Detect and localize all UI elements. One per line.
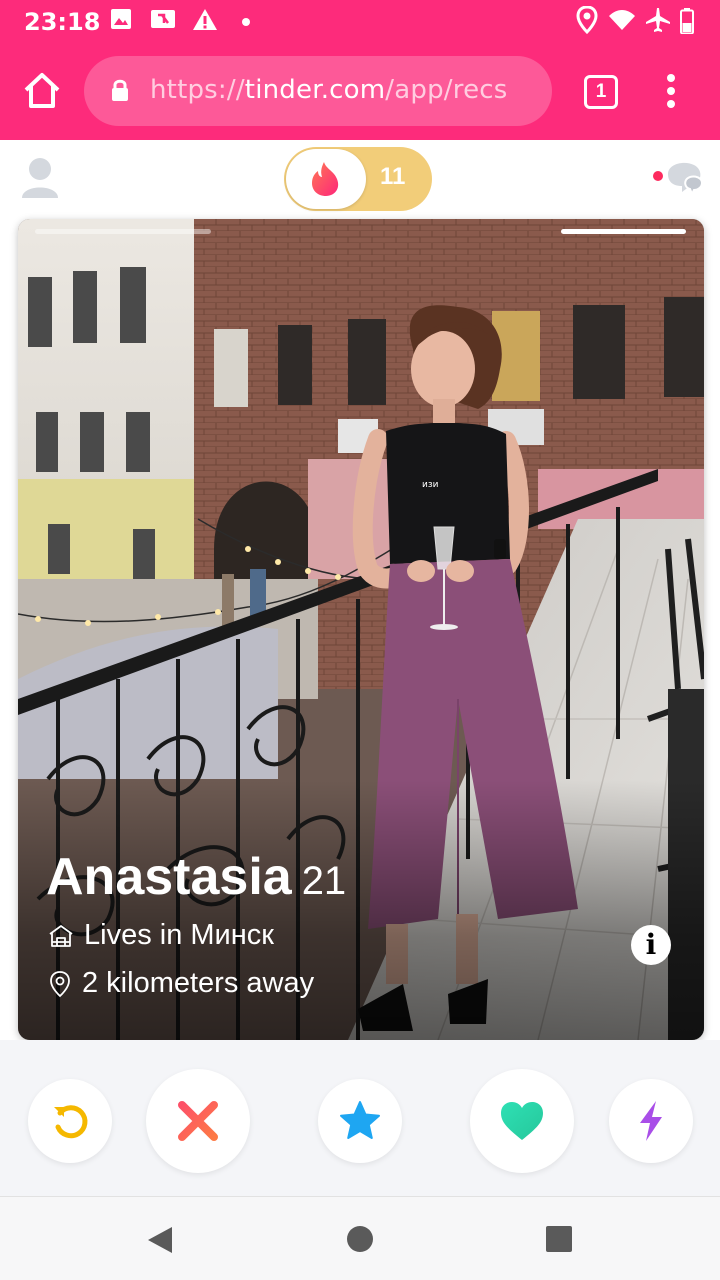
heart-icon (501, 1102, 543, 1140)
warning-icon (192, 8, 218, 37)
overflow-menu-button[interactable] (664, 74, 678, 108)
info-button[interactable]: i (631, 925, 671, 965)
menu-dot-icon (667, 100, 675, 108)
recents-button[interactable] (545, 1225, 573, 1258)
lightning-icon (640, 1101, 662, 1141)
rewind-button[interactable] (28, 1079, 112, 1163)
nope-button[interactable] (146, 1069, 250, 1173)
boost-toggle[interactable]: 11 (284, 147, 432, 211)
super-like-button[interactable] (318, 1079, 402, 1163)
location-pin-icon (50, 970, 70, 997)
url-scheme: https:// (150, 75, 245, 105)
info-gradient (18, 780, 704, 1040)
photo-progress-bar-active (561, 229, 686, 234)
svg-text:изи: изи (422, 480, 439, 490)
recents-square-icon (546, 1226, 572, 1252)
battery-icon (680, 8, 694, 39)
lock-icon (110, 78, 130, 107)
tab-switcher-button[interactable]: 1 (584, 75, 618, 109)
rewind-icon (54, 1105, 88, 1139)
boost-count: 11 (380, 163, 406, 190)
location-icon (576, 5, 598, 39)
home-circle-icon (347, 1226, 373, 1252)
profile-age: 21 (301, 859, 347, 903)
wifi-icon (608, 9, 636, 36)
flame-button[interactable] (286, 149, 366, 209)
image-icon (110, 8, 132, 35)
url-host: tinder.com (244, 75, 386, 105)
home-button[interactable] (18, 66, 66, 114)
home-icon (24, 73, 60, 108)
star-icon (340, 1101, 380, 1139)
distance-text: 2 kilometers away (82, 967, 315, 999)
browser-toolbar: https://tinder.com/app/recs 1 (0, 44, 720, 140)
name-line: Anastasia 21 (46, 847, 346, 907)
user-icon (22, 158, 58, 198)
profile-button[interactable] (20, 156, 60, 205)
home-outline-icon (49, 924, 73, 947)
messages-button[interactable] (648, 156, 704, 201)
profile-card[interactable]: изи Anastasia 21 Lives in Минск 2 kilome… (18, 219, 704, 1040)
menu-dot-icon (667, 74, 675, 82)
app-header: 11 (0, 140, 720, 218)
dot-icon (241, 14, 251, 32)
distance-row: 2 kilometers away (48, 967, 314, 1000)
url-bar[interactable]: https://tinder.com/app/recs (84, 56, 552, 126)
lives-in-text: Lives in Минск (84, 919, 274, 951)
close-icon (178, 1101, 218, 1141)
menu-dot-icon (667, 87, 675, 95)
boost-button[interactable] (609, 1079, 693, 1163)
lives-in-row: Lives in Минск (48, 919, 274, 952)
action-bar (0, 1040, 720, 1196)
url-text: https://tinder.com/app/recs (150, 75, 508, 105)
flame-icon (312, 162, 339, 196)
url-path: /app/recs (385, 75, 508, 105)
photo-progress-bar (35, 229, 211, 234)
like-button[interactable] (470, 1069, 574, 1173)
status-time: 23:18 (24, 8, 101, 36)
system-nav-bar (0, 1196, 720, 1280)
chat-icon (653, 162, 704, 197)
status-bar: 23:18 (0, 0, 720, 44)
back-triangle-icon (148, 1227, 172, 1253)
airplane-icon (645, 7, 671, 38)
back-button[interactable] (146, 1225, 174, 1260)
nfc-icon (150, 8, 176, 35)
profile-name: Anastasia (46, 848, 292, 906)
home-nav-button[interactable] (346, 1225, 374, 1258)
